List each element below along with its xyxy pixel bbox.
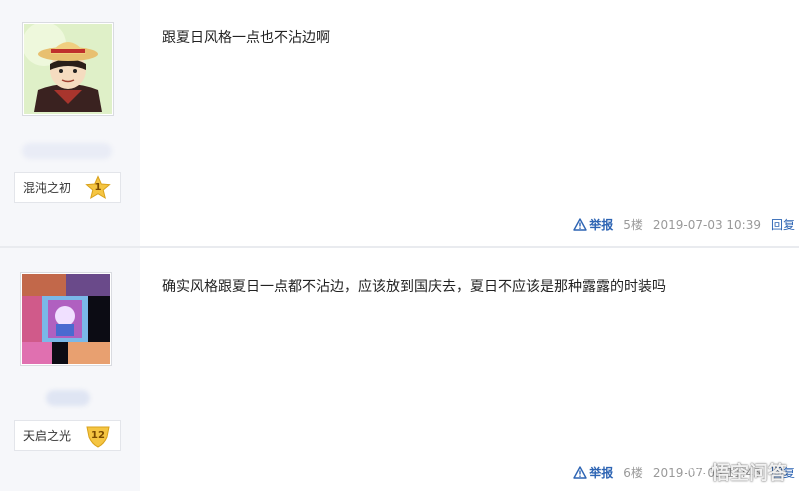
post-thread: 混沌之初 1 跟夏日风格一点也不沾边啊 举报 5楼 2019-07-03 10:… xyxy=(0,0,799,491)
report-label: 举报 xyxy=(589,218,614,232)
post-floor-5: 混沌之初 1 跟夏日风格一点也不沾边啊 举报 5楼 2019-07-03 10:… xyxy=(0,0,799,246)
level-name: 混沌之初 xyxy=(23,181,72,195)
post-meta: 举报 6楼 2019-07-03 11:45 回复 xyxy=(573,464,795,481)
post-timestamp: 2019-07-03 11:45 xyxy=(652,465,761,480)
report-button[interactable]: 举报 xyxy=(573,464,613,481)
reply-button[interactable]: 回复 xyxy=(771,216,795,233)
level-name: 天启之光 xyxy=(23,429,72,443)
report-button[interactable]: 举报 xyxy=(573,216,613,233)
floor-number: 6楼 xyxy=(623,466,643,480)
floor-number: 5楼 xyxy=(623,218,643,232)
username-redacted xyxy=(22,143,112,159)
star-level-icon: 1 xyxy=(85,174,111,201)
user-info-panel: 天启之光 12 xyxy=(0,248,140,491)
post-text: 跟夏日风格一点也不沾边啊 xyxy=(162,30,330,46)
level-number: 12 xyxy=(91,430,105,441)
warning-icon xyxy=(573,466,587,479)
shield-level-icon: 12 xyxy=(85,423,111,449)
reply-button[interactable]: 回复 xyxy=(771,464,795,481)
user-level-badge: 混沌之初 1 xyxy=(14,172,121,203)
level-number: 1 xyxy=(94,182,102,193)
user-info-panel: 混沌之初 1 xyxy=(0,0,140,246)
warning-icon xyxy=(573,218,587,231)
user-avatar[interactable] xyxy=(22,22,114,116)
post-floor-6: 天启之光 12 确实风格跟夏日一点都不沾边，应该放到国庆去，夏日不应该是那种露露… xyxy=(0,248,799,491)
post-text: 确实风格跟夏日一点都不沾边，应该放到国庆去，夏日不应该是那种露露的时装吗 xyxy=(162,279,666,295)
post-meta: 举报 5楼 2019-07-03 10:39 回复 xyxy=(573,216,795,233)
username-redacted xyxy=(46,390,90,406)
post-content-area: 确实风格跟夏日一点都不沾边，应该放到国庆去，夏日不应该是那种露露的时装吗 举报 … xyxy=(140,248,799,491)
user-avatar[interactable] xyxy=(20,272,112,366)
report-label: 举报 xyxy=(589,466,614,480)
user-level-badge: 天启之光 12 xyxy=(14,420,121,451)
post-timestamp: 2019-07-03 10:39 xyxy=(652,217,761,232)
avatar-image xyxy=(22,274,110,364)
avatar-image xyxy=(24,24,112,114)
post-content-area: 跟夏日风格一点也不沾边啊 举报 5楼 2019-07-03 10:39 回复 xyxy=(140,0,799,246)
